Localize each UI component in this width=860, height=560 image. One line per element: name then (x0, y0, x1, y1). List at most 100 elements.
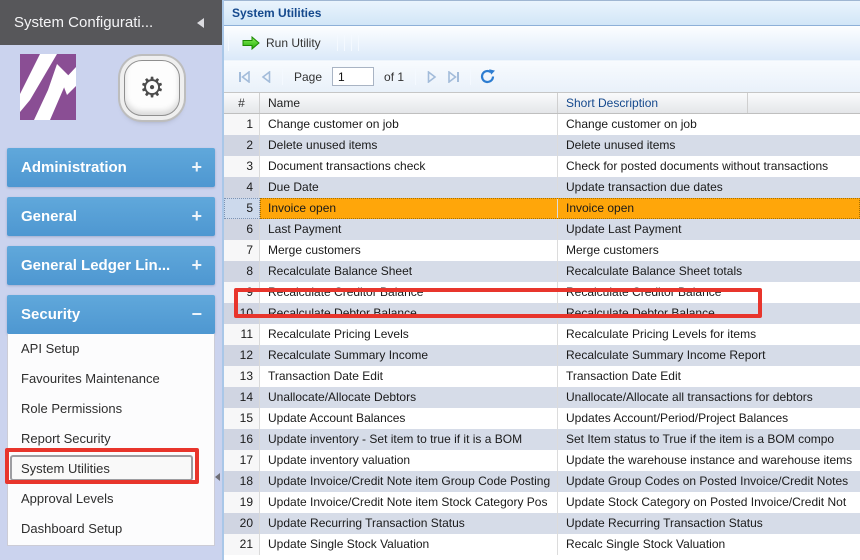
app-window: System Configurati... ⚙ Administration +… (0, 0, 860, 560)
table-row[interactable]: 18Update Invoice/Credit Note item Group … (224, 471, 860, 492)
name-cell: Update Invoice/Credit Note item Stock Ca… (260, 492, 558, 513)
column-header-number[interactable]: # (224, 93, 260, 113)
table-row[interactable]: 16Update inventory - Set item to true if… (224, 429, 860, 450)
table-row[interactable]: 5Invoice openInvoice open (224, 198, 860, 219)
name-cell: Unallocate/Allocate Debtors (260, 387, 558, 408)
row-number-cell: 17 (224, 450, 260, 471)
expand-icon[interactable]: + (191, 148, 202, 187)
next-page-button[interactable] (421, 66, 443, 88)
table-body: 1Change customer on jobChange customer o… (224, 114, 860, 555)
toolbar-separators (337, 35, 359, 51)
name-cell: Transaction Date Edit (260, 366, 558, 387)
accordion-general[interactable]: General + (7, 197, 215, 236)
utilities-table: # Name Short Description 1 Change custome… (224, 93, 860, 559)
table-row[interactable]: 7Merge customersMerge customers (224, 240, 860, 261)
security-submenu: API Setup Favourites Maintenance Role Perm… (7, 334, 215, 546)
refresh-icon (479, 68, 496, 85)
column-header-name[interactable]: Name (260, 93, 558, 113)
toolbar-separator (228, 35, 229, 51)
app-logo (20, 54, 76, 120)
table-row[interactable]: 8Recalculate Balance SheetRecalculate Ba… (224, 261, 860, 282)
paging-separator (282, 69, 283, 85)
accordion-general-ledger[interactable]: General Ledger Lin... + (7, 246, 215, 285)
collapse-icon[interactable]: − (191, 295, 202, 334)
row-number-cell: 20 (224, 513, 260, 534)
row-number-cell: 1 (224, 114, 260, 135)
row-number-cell: 5 (224, 198, 260, 219)
name-cell: Recalculate Pricing Levels (260, 324, 558, 345)
table-row[interactable]: 3Document transactions checkCheck for po… (224, 156, 860, 177)
table-row[interactable]: 17Update inventory valuationUpdate the w… (224, 450, 860, 471)
column-header-short-description[interactable]: Short Description (558, 93, 748, 113)
sidebar-item-api-setup[interactable]: API Setup (8, 334, 214, 364)
page-number-input[interactable] (332, 67, 374, 86)
row-number-cell: 13 (224, 366, 260, 387)
name-cell: Update inventory - Set item to true if i… (260, 429, 558, 450)
name-cell: Recalculate Balance Sheet (260, 261, 558, 282)
last-page-button[interactable] (443, 66, 465, 88)
panel-header: System Utilities (224, 0, 860, 26)
short-description-cell: Recalc Single Stock Valuation (558, 534, 860, 555)
short-description-cell: Change customer on job (558, 114, 860, 135)
sidebar-item-approval-levels[interactable]: Approval Levels (8, 484, 214, 514)
short-description-cell: Update the warehouse instance and wareho… (558, 450, 860, 471)
main-panel: System Utilities Run Utility (222, 0, 860, 560)
table-row[interactable]: 1Change customer on jobChange customer o… (224, 114, 860, 135)
row-number-cell: 21 (224, 534, 260, 555)
first-page-button[interactable] (233, 66, 255, 88)
green-arrow-icon (242, 36, 260, 50)
expand-icon[interactable]: + (191, 246, 202, 285)
accordion-security[interactable]: Security − (7, 295, 215, 334)
run-utility-button[interactable]: Run Utility (238, 34, 325, 52)
table-row[interactable]: 14Unallocate/Allocate DebtorsUnallocate/… (224, 387, 860, 408)
sidebar-item-label: Report Security (21, 431, 111, 446)
previous-page-button[interactable] (255, 66, 277, 88)
gear-icon: ⚙ (139, 74, 164, 102)
column-header-filler (748, 93, 860, 113)
table-row[interactable]: 19Update Invoice/Credit Note item Stock … (224, 492, 860, 513)
page-count-label: of 1 (384, 70, 404, 84)
sidebar-item-dashboard-setup[interactable]: Dashboard Setup (8, 514, 214, 544)
accordion-label: Administration (21, 148, 127, 187)
row-number-cell: 16 (224, 429, 260, 450)
short-description-cell: Update Recurring Transaction Status (558, 513, 860, 534)
short-description-cell: Update Stock Category on Posted Invoice/… (558, 492, 860, 513)
table-row[interactable]: 20Update Recurring Transaction StatusUpd… (224, 513, 860, 534)
table-row[interactable]: 12Recalculate Summary IncomeRecalculate … (224, 345, 860, 366)
splitter-collapse-icon[interactable] (215, 473, 220, 481)
short-description-cell: Recalculate Balance Sheet totals (558, 261, 860, 282)
table-row[interactable]: 21Update Single Stock ValuationRecalc Si… (224, 534, 860, 555)
paging-separator (470, 69, 471, 85)
name-cell: Document transactions check (260, 156, 558, 177)
name-cell: Update Account Balances (260, 408, 558, 429)
sidebar-item-role-permissions[interactable]: Role Permissions (8, 394, 214, 424)
table-row[interactable]: 13Transaction Date EditTransaction Date … (224, 366, 860, 387)
sidebar-item-label: Role Permissions (21, 401, 122, 416)
table-row[interactable]: 15Update Account BalancesUpdates Account… (224, 408, 860, 429)
first-page-icon (237, 71, 251, 83)
paging-toolbar: Page of 1 (224, 60, 860, 93)
table-row[interactable]: 11Recalculate Pricing LevelsRecalculate … (224, 324, 860, 345)
expand-icon[interactable]: + (191, 197, 202, 236)
collapse-sidebar-icon[interactable] (197, 18, 204, 28)
run-utility-label: Run Utility (266, 36, 321, 50)
sidebar-item-label: Favourites Maintenance (21, 371, 160, 386)
next-page-icon (426, 71, 438, 83)
row-number-cell: 19 (224, 492, 260, 513)
name-cell: Recalculate Summary Income (260, 345, 558, 366)
table-row[interactable]: 4Due DateUpdate transaction due dates (224, 177, 860, 198)
short-description-cell: Merge customers (558, 240, 860, 261)
row-number-cell: 14 (224, 387, 260, 408)
name-cell: Invoice open (260, 198, 558, 219)
table-row[interactable]: 6Last PaymentUpdate Last Payment (224, 219, 860, 240)
annotation-box-system-utilities (5, 448, 199, 484)
short-description-cell: Transaction Date Edit (558, 366, 860, 387)
accordion-administration[interactable]: Administration + (7, 148, 215, 187)
refresh-button[interactable] (476, 66, 498, 88)
table-header-row: # Name Short Description (224, 93, 860, 114)
accordion-label: Security (21, 295, 80, 334)
settings-button[interactable]: ⚙ (124, 60, 180, 116)
table-row[interactable]: 2Delete unused itemsDelete unused items (224, 135, 860, 156)
short-description-cell: Update Group Codes on Posted Invoice/Cre… (558, 471, 860, 492)
sidebar-item-favourites-maintenance[interactable]: Favourites Maintenance (8, 364, 214, 394)
